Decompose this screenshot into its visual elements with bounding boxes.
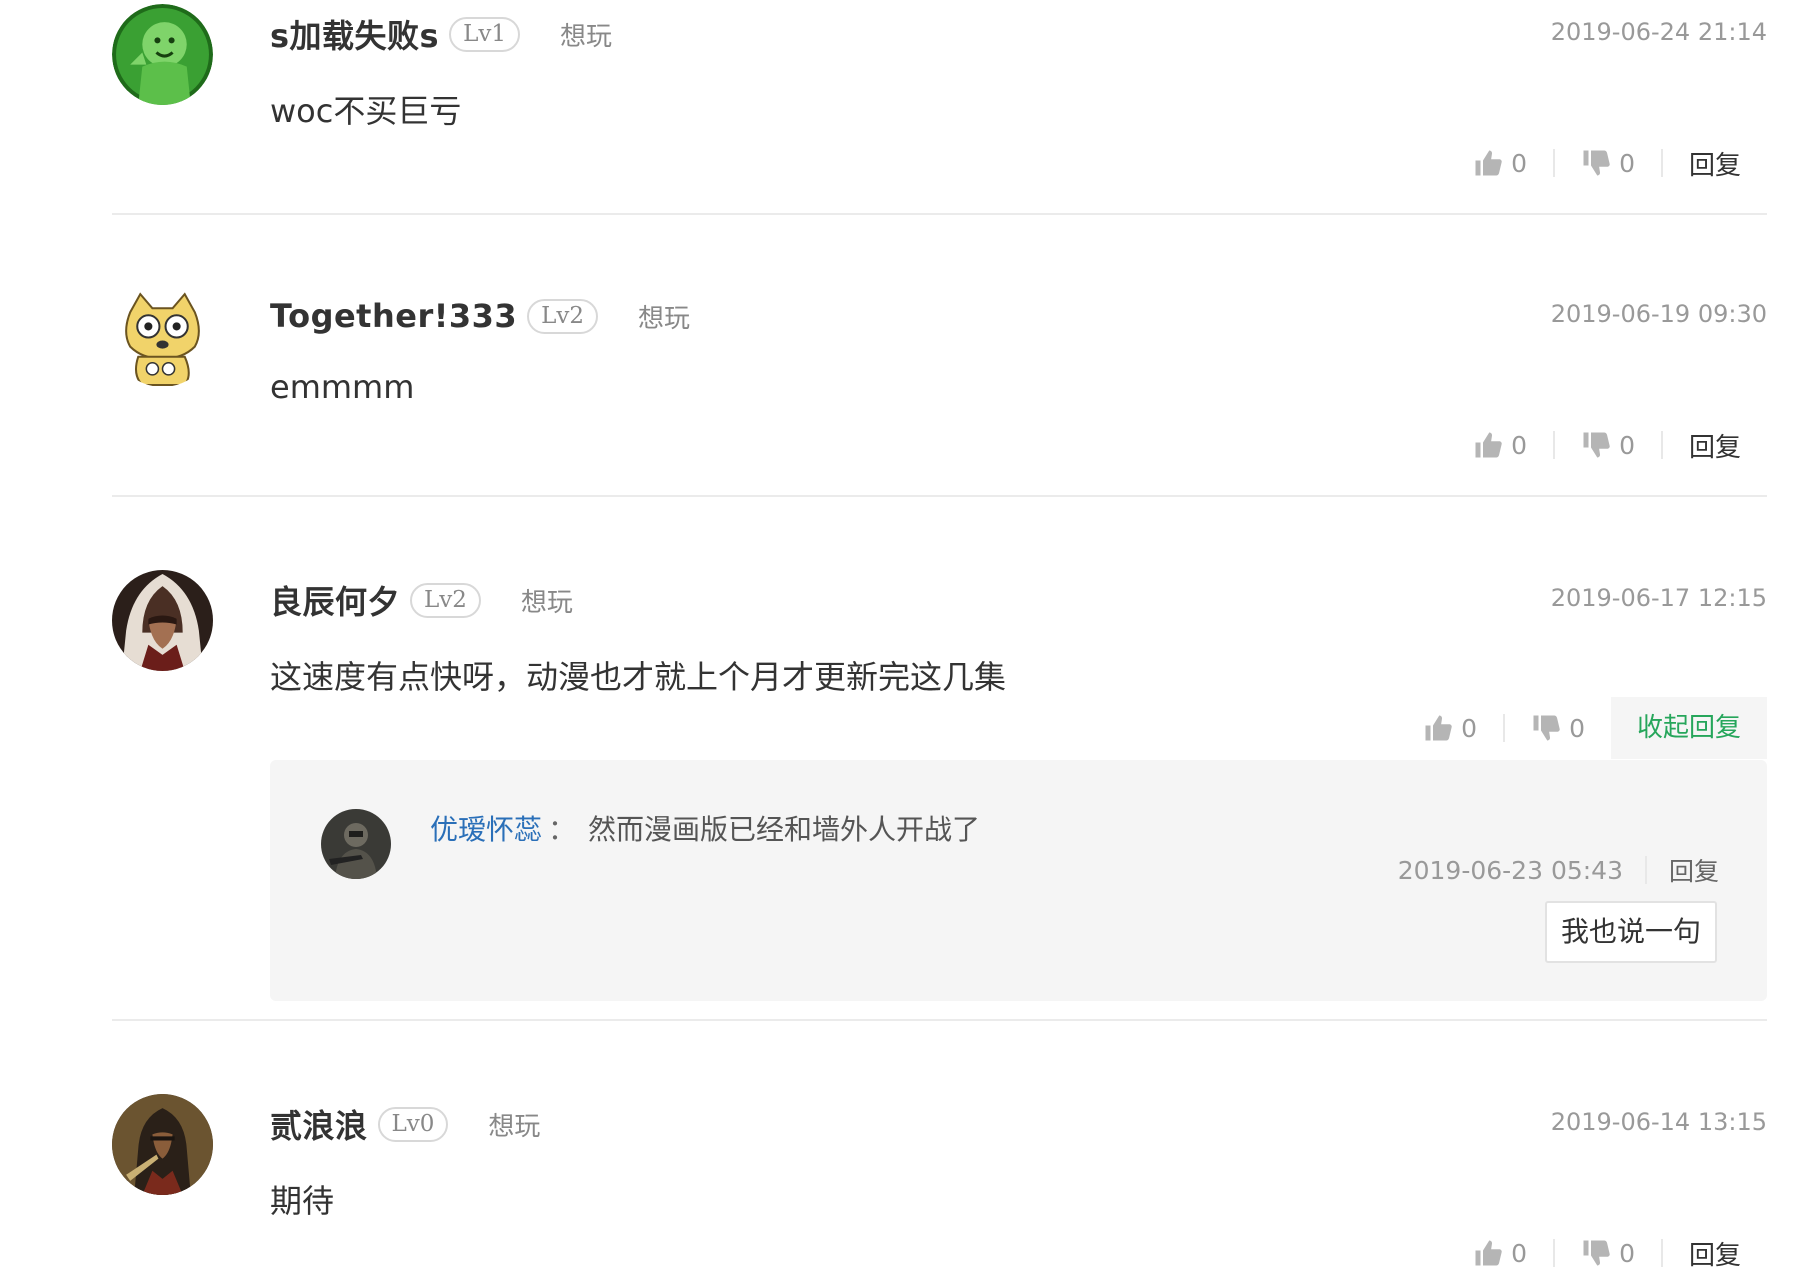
comment-list: s加载失败s Lv1 想玩 2019-06-24 21:14 woc不买巨亏 0… [0,0,1811,1279]
hooded-assassin-avatar-icon [112,570,213,671]
comment-text: 这速度有点快呀，动漫也才就上个月才更新完这几集 [270,658,1007,696]
level-badge: Lv1 [449,16,521,52]
thumbs-down-icon [1581,430,1611,460]
comment-actions: 0 0 回复 [1473,1233,1741,1273]
dislike-count: 0 [1619,148,1635,178]
user-avatar[interactable] [112,4,213,105]
reply-thread: 优瑷怀蕊：然而漫画版已经和墙外人开战了 2019-06-23 05:43 回复 … [270,760,1767,1001]
reply-button[interactable]: 回复 [1689,1235,1741,1272]
dislike-button[interactable]: 0 [1581,148,1635,178]
dislike-button[interactable]: 0 [1531,713,1585,743]
comment-timestamp: 2019-06-24 21:14 [1550,18,1767,46]
reply-meta: 2019-06-23 05:43 回复 [1398,852,1719,888]
divider [112,213,1767,215]
like-count: 0 [1511,430,1528,460]
comment-timestamp: 2019-06-19 09:30 [1550,300,1767,328]
username[interactable]: 良辰何夕 [270,577,400,623]
like-button[interactable]: 0 [1473,148,1527,178]
reply-timestamp: 2019-06-23 05:43 [1397,855,1623,885]
separator [1660,1239,1663,1267]
dislike-count: 0 [1619,430,1635,460]
status-label: 想玩 [560,21,613,52]
collapse-replies-button[interactable]: 收起回复 [1610,697,1767,759]
comment-timestamp: 2019-06-17 12:15 [1550,584,1767,612]
divider [112,495,1767,497]
comment-timestamp: 2019-06-14 13:15 [1550,1108,1767,1136]
comment-text: emmmm [270,368,415,406]
dislike-button[interactable]: 0 [1581,1238,1635,1268]
thumbs-down-icon [1531,713,1561,743]
separator [1644,856,1647,884]
reply-username[interactable]: 优瑷怀蕊 [430,813,542,846]
separator [1553,1239,1556,1267]
like-count: 0 [1461,713,1478,743]
separator [1660,431,1663,459]
level-badge: Lv0 [377,1106,449,1142]
dislike-count: 0 [1619,1238,1635,1268]
thumbs-up-icon [1423,713,1453,743]
add-reply-button[interactable]: 我也说一句 [1545,901,1717,963]
separator [1503,714,1506,742]
separator [1553,149,1556,177]
user-avatar[interactable] [112,1094,213,1195]
user-info: 良辰何夕 Lv2 想玩 [270,578,573,622]
reply-button[interactable]: 回复 [1689,427,1741,464]
separator [1553,431,1556,459]
comment-text: woc不买巨亏 [270,92,462,130]
comment-actions: 0 0 收起回复 [1423,697,1767,759]
like-count: 0 [1511,1238,1528,1268]
reply-content: 优瑷怀蕊： 然而漫画版已经和墙外人开战了 [430,808,980,848]
thumbs-up-icon [1473,430,1503,460]
level-badge: Lv2 [527,298,599,334]
like-button[interactable]: 0 [1423,713,1477,743]
comment-actions: 0 0 回复 [1473,143,1741,183]
username[interactable]: Together!333 [270,297,517,335]
thumbs-down-icon [1581,1238,1611,1268]
dark-warrior-avatar-icon [112,1094,213,1195]
green-cartoon-avatar-icon [112,4,213,105]
user-avatar[interactable] [112,570,213,671]
divider [112,1019,1767,1021]
user-info: Together!333 Lv2 想玩 [270,294,690,338]
thumbs-up-icon [1473,148,1503,178]
user-avatar[interactable] [112,286,213,387]
user-info: s加载失败s Lv1 想玩 [270,12,612,56]
like-count: 0 [1511,148,1528,178]
reply-user-avatar[interactable] [321,809,391,879]
dislike-button[interactable]: 0 [1581,430,1635,460]
status-label: 想玩 [488,1111,541,1142]
comment-actions: 0 0 回复 [1473,425,1741,465]
user-info: 贰浪浪 Lv0 想玩 [270,1102,540,1146]
username[interactable]: s加载失败s [270,11,439,57]
like-button[interactable]: 0 [1473,430,1527,460]
username[interactable]: 贰浪浪 [270,1101,368,1147]
level-badge: Lv2 [410,582,481,618]
reply-colon: ： [548,813,577,846]
reply-text: 然而漫画版已经和墙外人开战了 [588,813,981,846]
thumbs-down-icon [1581,148,1611,178]
reply-to-reply-button[interactable]: 回复 [1669,852,1719,888]
comment-text: 期待 [270,1182,335,1220]
status-label: 想玩 [638,303,691,334]
thumbs-up-icon [1473,1238,1503,1268]
like-button[interactable]: 0 [1473,1238,1527,1268]
reply-button[interactable]: 回复 [1689,145,1741,182]
soldier-avatar-icon [321,809,391,879]
status-label: 想玩 [520,587,573,618]
dislike-count: 0 [1569,713,1585,743]
separator [1660,149,1663,177]
cartoon-cat-avatar-icon [112,286,213,387]
